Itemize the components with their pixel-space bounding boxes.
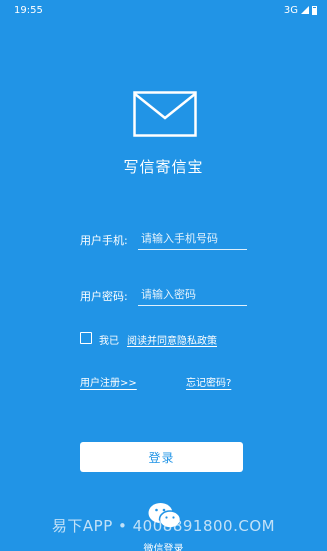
login-button[interactable]: 登录 xyxy=(80,442,243,472)
phone-input[interactable] xyxy=(138,229,247,250)
password-label: 用户密码: xyxy=(80,290,128,303)
app-title: 写信寄信宝 xyxy=(123,158,204,176)
envelope-icon xyxy=(133,91,197,137)
phone-label: 用户手机: xyxy=(80,234,128,247)
agreement-prefix: 我已 xyxy=(99,336,119,347)
register-link[interactable]: 用户注册>> xyxy=(80,374,137,389)
status-bar: 19:55 3G xyxy=(0,0,327,20)
network-type: 3G xyxy=(283,4,298,16)
battery-icon xyxy=(312,5,317,15)
status-indicators: 3G xyxy=(284,5,317,16)
signal-icon xyxy=(301,6,309,14)
forgot-password-link[interactable]: 忘记密码? xyxy=(186,374,231,389)
agreement-checkbox[interactable] xyxy=(80,332,92,344)
privacy-policy-link[interactable]: 阅读并同意隐私政策 xyxy=(127,332,217,347)
status-time: 19:55 xyxy=(14,4,43,16)
watermark: 易下APP • 4008891800.COM xyxy=(51,517,276,535)
wechat-login-label: 微信登录 xyxy=(143,544,184,551)
password-input[interactable] xyxy=(138,285,247,306)
